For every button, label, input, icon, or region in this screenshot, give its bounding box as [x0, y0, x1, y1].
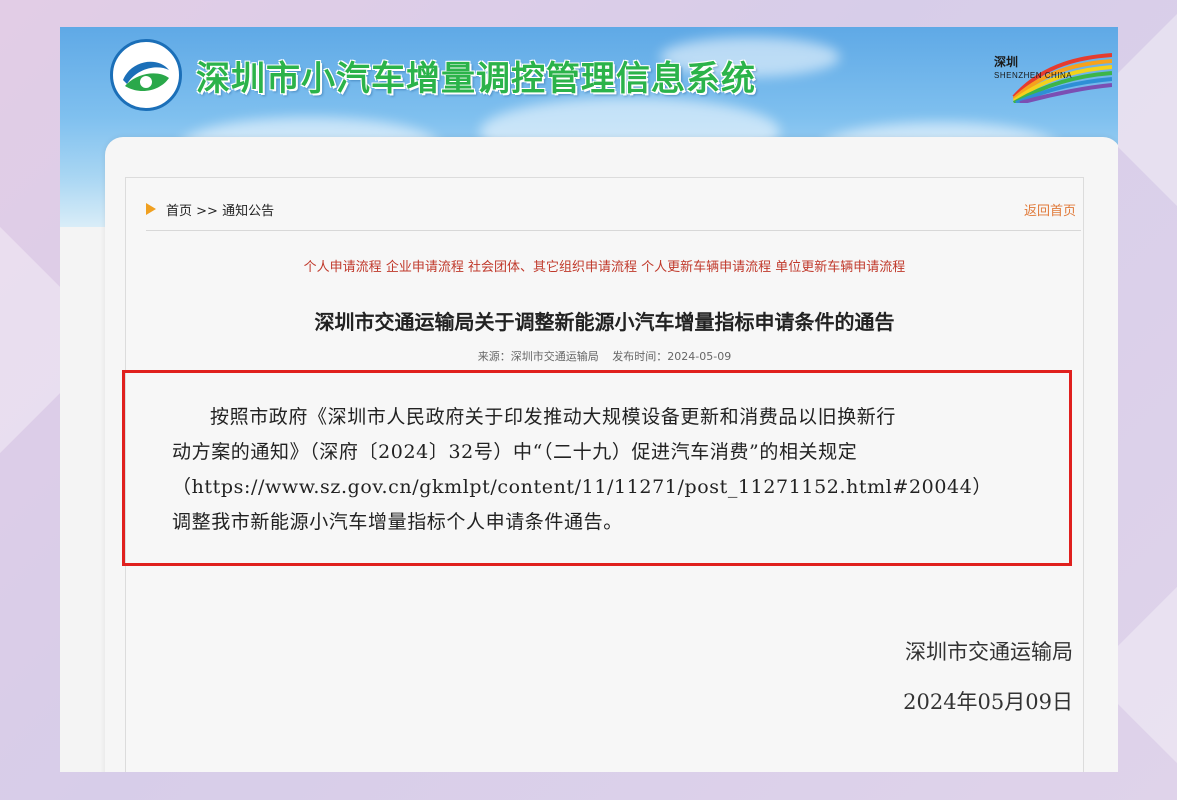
screenshot-frame: 深圳市小汽车增量调控管理信息系统 深圳 SHENZHEN CHINA 首页 >>…: [60, 27, 1118, 772]
shenzhen-china-logo: 深圳 SHENZHEN CHINA: [994, 53, 1112, 103]
link-personal-renewal-process[interactable]: 个人更新车辆申请流程: [641, 260, 771, 275]
arrow-right-icon: [146, 203, 156, 215]
notice-link-line[interactable]: （https://www.sz.gov.cn/gkmlpt/content/11…: [172, 470, 1072, 505]
notice-line: 按照市政府《深圳市人民政府关于印发推动大规模设备更新和消费品以旧换新行: [210, 406, 897, 428]
logo-right-text: 深圳: [994, 55, 1019, 69]
site-title: 深圳市小汽车增量调控管理信息系统: [196, 59, 756, 99]
notice-title: 深圳市交通运输局关于调整新能源小汽车增量指标申请条件的通告: [314, 310, 895, 334]
notice-line: 动方案的通知》（深府〔2024〕32号）中“（二十九）促进汽车消费”的相关规定: [172, 441, 858, 463]
link-unit-renewal-process[interactable]: 单位更新车辆申请流程: [775, 260, 905, 275]
breadcrumb-current: 通知公告: [222, 204, 275, 219]
link-enterprise-process[interactable]: 企业申请流程: [386, 260, 464, 275]
notice-meta: 来源：深圳市交通运输局 发布时间：2024-05-09: [126, 348, 1083, 364]
breadcrumb: 首页 >> 通知公告 返回首页: [146, 190, 1081, 231]
notice-body: 按照市政府《深圳市人民政府关于印发推动大规模设备更新和消费品以旧换新行 动方案的…: [172, 400, 1072, 540]
notice-source: 来源：深圳市交通运输局: [477, 350, 599, 363]
breadcrumb-home-link[interactable]: 首页: [166, 204, 192, 219]
link-personal-process[interactable]: 个人申请流程: [304, 260, 382, 275]
link-organization-process[interactable]: 社会团体、其它组织申请流程: [468, 260, 637, 275]
signature-date: 2024年05月09日: [903, 690, 1073, 714]
process-links: 个人申请流程 企业申请流程 社会团体、其它组织申请流程 个人更新车辆申请流程 单…: [126, 256, 1083, 275]
signature-organization: 深圳市交通运输局: [905, 640, 1073, 664]
content-card: 首页 >> 通知公告 返回首页 个人申请流程 企业申请流程 社会团体、其它组织申…: [105, 137, 1118, 772]
content-panel: 首页 >> 通知公告 返回首页 个人申请流程 企业申请流程 社会团体、其它组织申…: [122, 177, 1084, 772]
notice-line: 调整我市新能源小汽车增量指标个人申请条件通告。: [172, 511, 623, 533]
logo-right-subtitle: SHENZHEN CHINA: [994, 71, 1073, 80]
notice-publish-time: 发布时间：2024-05-09: [612, 350, 732, 363]
breadcrumb-separator: >>: [196, 204, 218, 219]
transport-bureau-logo[interactable]: [110, 39, 182, 111]
back-to-home-link[interactable]: 返回首页: [1024, 200, 1076, 219]
